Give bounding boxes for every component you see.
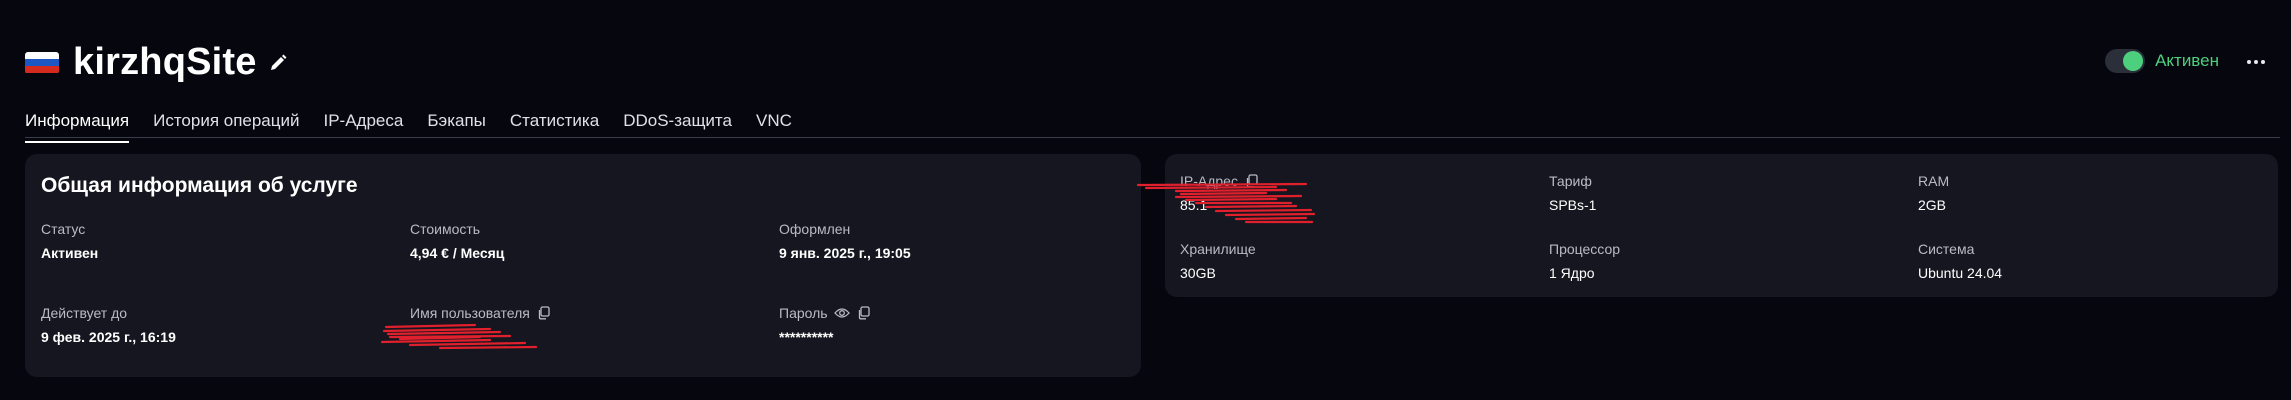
ip-field-label: IP-Адрес bbox=[1180, 173, 1238, 189]
os-field-label: Система bbox=[1918, 241, 1975, 257]
username-field-value bbox=[410, 329, 552, 347]
server-specs-card: IP-Адрес 85.1 Тариф SPBs-1 RAM 2GB Храни… bbox=[1165, 154, 2278, 297]
page-header: kirzhqSite bbox=[25, 40, 289, 85]
more-dots-icon[interactable] bbox=[2241, 48, 2271, 76]
valid-until-field: Действует до 9 фев. 2025 г., 16:19 bbox=[41, 304, 176, 347]
password-field-value: ********** bbox=[779, 329, 834, 345]
ram-field-value: 2GB bbox=[1918, 197, 1947, 213]
eye-icon[interactable] bbox=[833, 305, 850, 321]
valid-until-field-label: Действует до bbox=[41, 305, 128, 321]
tariff-field-label: Тариф bbox=[1549, 173, 1592, 189]
copy-icon[interactable] bbox=[536, 305, 552, 321]
storage-field-value: 30GB bbox=[1180, 265, 1216, 281]
tariff-field: Тариф SPBs-1 bbox=[1549, 172, 1596, 215]
copy-icon[interactable] bbox=[1244, 173, 1260, 189]
cost-field: Стоимость 4,94 € / Месяц bbox=[410, 220, 504, 263]
cpu-field-value: 1 Ядро bbox=[1549, 265, 1595, 281]
username-field-label: Имя пользователя bbox=[410, 305, 530, 321]
ram-field-label: RAM bbox=[1918, 173, 1950, 189]
copy-icon[interactable] bbox=[856, 305, 872, 321]
created-field: Оформлен 9 янв. 2025 г., 19:05 bbox=[779, 220, 911, 263]
status-field: Статус Активен bbox=[41, 220, 98, 263]
created-field-value: 9 янв. 2025 г., 19:05 bbox=[779, 245, 911, 261]
ram-field: RAM 2GB bbox=[1918, 172, 1949, 215]
password-field-label: Пароль bbox=[779, 305, 828, 321]
status-control: Активен bbox=[2105, 49, 2219, 73]
username-field: Имя пользователя bbox=[410, 304, 552, 347]
os-field-value: Ubuntu 24.04 bbox=[1918, 265, 2003, 281]
created-field-label: Оформлен bbox=[779, 221, 851, 237]
service-info-card: Общая информация об услуге Статус Активе… bbox=[25, 154, 1141, 377]
cost-field-label: Стоимость bbox=[410, 221, 481, 237]
ip-field: IP-Адрес 85.1 bbox=[1180, 172, 1260, 215]
status-toggle[interactable] bbox=[2105, 49, 2146, 73]
card-title: Общая информация об услуге bbox=[41, 174, 358, 197]
os-field: Система Ubuntu 24.04 bbox=[1918, 240, 2002, 283]
russia-flag-icon bbox=[25, 51, 59, 74]
status-field-value: Активен bbox=[41, 245, 99, 261]
storage-field-label: Хранилище bbox=[1180, 241, 1256, 257]
pencil-icon[interactable] bbox=[267, 52, 289, 74]
page-title: kirzhqSite bbox=[73, 41, 257, 83]
toggle-knob bbox=[2123, 51, 2144, 71]
password-field: Пароль ********** bbox=[779, 304, 872, 347]
tabs-divider bbox=[25, 137, 2280, 138]
cpu-field: Процессор 1 Ядро bbox=[1549, 240, 1620, 283]
ip-field-value: 85.1 bbox=[1180, 197, 1208, 213]
password-field-label-row: Пароль bbox=[779, 304, 872, 322]
status-label: Активен bbox=[2155, 51, 2219, 70]
storage-field: Хранилище 30GB bbox=[1180, 240, 1256, 283]
status-field-label: Статус bbox=[41, 221, 86, 237]
cpu-field-label: Процессор bbox=[1549, 241, 1621, 257]
username-field-label-row: Имя пользователя bbox=[410, 304, 552, 322]
server-page: kirzhqSite Активен Информация История оп… bbox=[0, 0, 2291, 400]
cost-field-value: 4,94 € / Месяц bbox=[410, 245, 505, 261]
valid-until-field-value: 9 фев. 2025 г., 16:19 bbox=[41, 329, 176, 345]
tariff-field-value: SPBs-1 bbox=[1549, 197, 1597, 213]
ip-field-label-row: IP-Адрес bbox=[1180, 172, 1260, 190]
